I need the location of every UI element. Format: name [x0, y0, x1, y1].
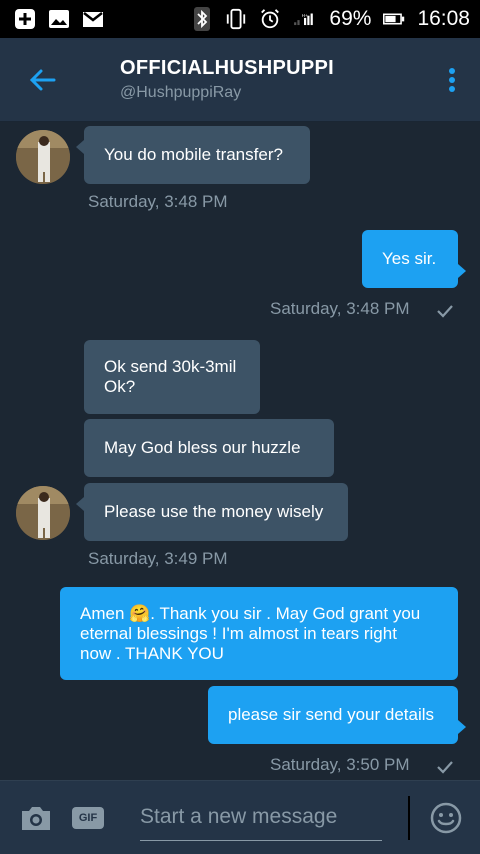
message-text: now . THANK YOU: [80, 643, 224, 663]
check-icon: [437, 305, 453, 318]
vibrate-icon: [225, 8, 247, 30]
message-text: Amen 🤗. Thank you sir . May God grant yo…: [80, 603, 421, 623]
compose-divider: [408, 795, 410, 840]
clock: 16:08: [417, 7, 470, 30]
message-timestamp: Saturday, 3:48 PM: [88, 192, 228, 211]
message-text: Yes sir.: [382, 249, 437, 268]
emoji-icon: [430, 802, 462, 833]
message-text: Ok send 30k-3mil: [104, 357, 237, 376]
status-left-icons: [14, 8, 104, 30]
message-input[interactable]: [140, 794, 382, 840]
message-text: May God bless our huzzle: [104, 438, 301, 457]
message-text: please sir send your details: [228, 705, 435, 724]
status-right-icons: H+ 69% 16:08: [191, 7, 470, 31]
message-timestamp: Saturday, 3:50 PM: [270, 755, 410, 774]
message-bubble-outgoing[interactable]: Amen 🤗. Thank you sir . May God grant yo…: [60, 587, 458, 680]
battery-icon: [383, 8, 405, 30]
overflow-menu-button[interactable]: [424, 38, 480, 122]
message-bubble-outgoing[interactable]: please sir send your details: [208, 686, 466, 744]
signal-icon: H+: [293, 8, 315, 30]
compose-bar: GIF: [0, 780, 480, 854]
arrow-left-icon: [29, 69, 56, 90]
message-text: Please use the money wisely: [104, 502, 324, 521]
message-bubble-incoming[interactable]: You do mobile transfer?: [76, 126, 310, 184]
message-text: You do mobile transfer?: [104, 145, 283, 164]
conversation-thread[interactable]: You do mobile transfer? Saturday, 3:48 P…: [0, 122, 480, 780]
header-title-block[interactable]: OFFICIALHUSHPUPPI @HushpuppiRay: [84, 56, 424, 104]
check-icon: [437, 761, 453, 774]
message-input-wrap: [140, 794, 382, 841]
message-timestamp: Saturday, 3:49 PM: [88, 549, 228, 568]
camera-icon: [22, 806, 50, 830]
battery-percent: 69%: [329, 7, 372, 30]
mail-notification-icon: [82, 8, 104, 30]
chat-title: OFFICIALHUSHPUPPI: [120, 56, 334, 79]
add-notification-icon: [14, 8, 36, 30]
more-vertical-icon: [449, 67, 455, 92]
message-text: Ok?: [104, 377, 136, 396]
message-timestamp: Saturday, 3:48 PM: [270, 299, 410, 318]
status-bar: H+ 69% 16:08: [0, 0, 480, 38]
image-notification-icon: [48, 8, 70, 30]
message-bubble-incoming[interactable]: Please use the money wisely: [76, 483, 348, 541]
message-text: eternal blessings ! I'm almost in tears …: [80, 623, 397, 643]
svg-text:H+: H+: [302, 13, 308, 18]
camera-button[interactable]: [16, 798, 56, 838]
avatar[interactable]: [16, 486, 70, 540]
message-bubble-incoming[interactable]: Ok send 30k-3mil Ok?: [84, 340, 260, 414]
chat-handle: @HushpuppiRay: [120, 83, 242, 101]
emoji-button[interactable]: [428, 800, 464, 836]
conversation-header: OFFICIALHUSHPUPPI @HushpuppiRay: [0, 38, 480, 122]
bluetooth-icon: [191, 7, 213, 31]
message-bubble-incoming[interactable]: May God bless our huzzle: [84, 419, 334, 477]
back-button[interactable]: [0, 38, 84, 122]
avatar[interactable]: [16, 130, 70, 184]
message-bubble-outgoing[interactable]: Yes sir.: [362, 230, 466, 288]
gif-button[interactable]: GIF: [72, 806, 104, 829]
alarm-icon: [259, 8, 281, 30]
